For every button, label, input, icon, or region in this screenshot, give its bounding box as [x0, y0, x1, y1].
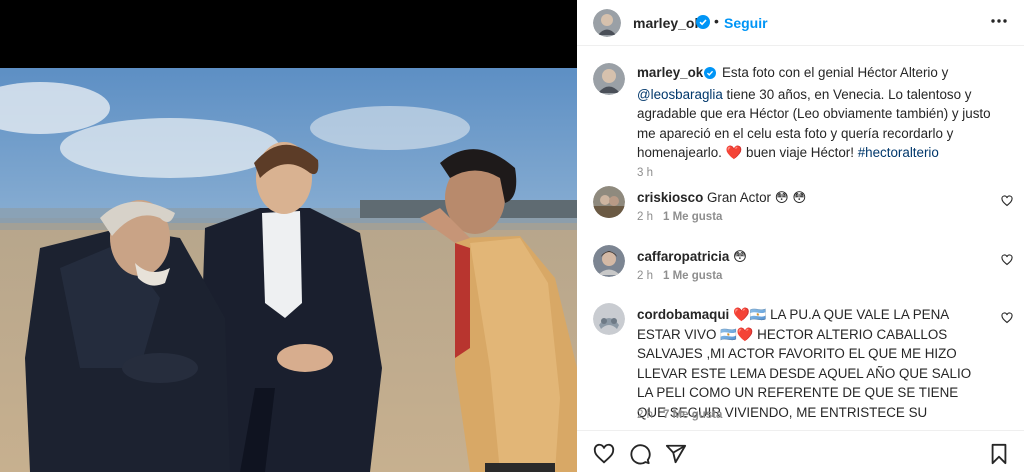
comment-username[interactable]: criskiosco [637, 190, 703, 205]
comment-likes-count[interactable]: 1 Me gusta [663, 270, 722, 282]
comment-likes-count[interactable]: 1 Me gusta [663, 211, 722, 223]
comment-username[interactable]: caffaropatricia [637, 249, 729, 264]
verified-badge-icon [704, 65, 717, 85]
heart-outline-icon[interactable] [1001, 253, 1013, 271]
comment-icon[interactable] [629, 443, 651, 470]
share-icon[interactable] [665, 443, 687, 470]
caption-text: marley_ok Esta foto con el genial Héctor… [637, 63, 1009, 163]
caption-text-part3: buen viaje Héctor! [746, 145, 854, 160]
caption-text-part1: Esta foto con el genial Héctor Alterio y [722, 65, 949, 80]
caption-hashtag-link[interactable]: #hectoralterio [858, 145, 939, 160]
comment-meta: 2 h 1 Me gusta [637, 211, 722, 223]
comment-meta: 2 h 1 Me gusta [637, 270, 722, 282]
comment-text: caffaropatricia 😳 [637, 247, 977, 267]
caption-mention-link[interactable]: @leosbaraglia [637, 87, 723, 102]
comment-timestamp[interactable]: 2 h [637, 211, 653, 223]
comment-likes-count[interactable]: 7 Me gusta [663, 409, 722, 421]
post-header: marley_ok • Seguir [577, 0, 1024, 46]
caption-username[interactable]: marley_ok [637, 65, 703, 80]
post-photo[interactable] [0, 68, 577, 472]
verified-badge-icon [696, 15, 710, 34]
comments-scroll-area[interactable]: marley_ok Esta foto con el genial Héctor… [577, 47, 1024, 421]
heart-emoji: ❤️ [725, 145, 743, 160]
more-options-icon[interactable] [989, 11, 1009, 36]
comment-text: criskiosco Gran Actor 😳 😳 [637, 188, 977, 208]
comment-avatar[interactable] [593, 245, 625, 277]
comment-text: cordobamaqui ❤️🇦🇷 LA PU.A QUE VALE LA PE… [637, 305, 977, 421]
comment-timestamp[interactable]: 2 h [637, 270, 653, 282]
heart-outline-icon[interactable] [1001, 194, 1013, 212]
header-username[interactable]: marley_ok [633, 15, 702, 31]
header-avatar[interactable] [593, 9, 621, 37]
caption-avatar[interactable] [593, 63, 625, 95]
comment-avatar[interactable] [593, 303, 625, 335]
photo-three-men-on-beach [0, 68, 577, 472]
bookmark-icon[interactable] [989, 443, 1009, 470]
comment-timestamp[interactable]: 2 h [637, 409, 653, 421]
heart-outline-icon[interactable] [1001, 311, 1013, 329]
comment-meta: 2 h 7 Me gusta [637, 409, 722, 421]
post-media [0, 0, 577, 472]
follow-button[interactable]: Seguir [724, 15, 768, 31]
post-action-bar [577, 430, 1024, 472]
heart-icon[interactable] [593, 443, 615, 470]
caption-timestamp[interactable]: 3 h [637, 167, 653, 179]
comment-body: Gran Actor 😳 😳 [706, 190, 807, 205]
post-side-panel: marley_ok • Seguir marley_ok Esta foto c… [577, 0, 1024, 472]
comment-username[interactable]: cordobamaqui [637, 307, 729, 322]
comment-body: 😳 [733, 249, 747, 264]
comment-avatar[interactable] [593, 186, 625, 218]
header-separator: • [714, 13, 719, 29]
